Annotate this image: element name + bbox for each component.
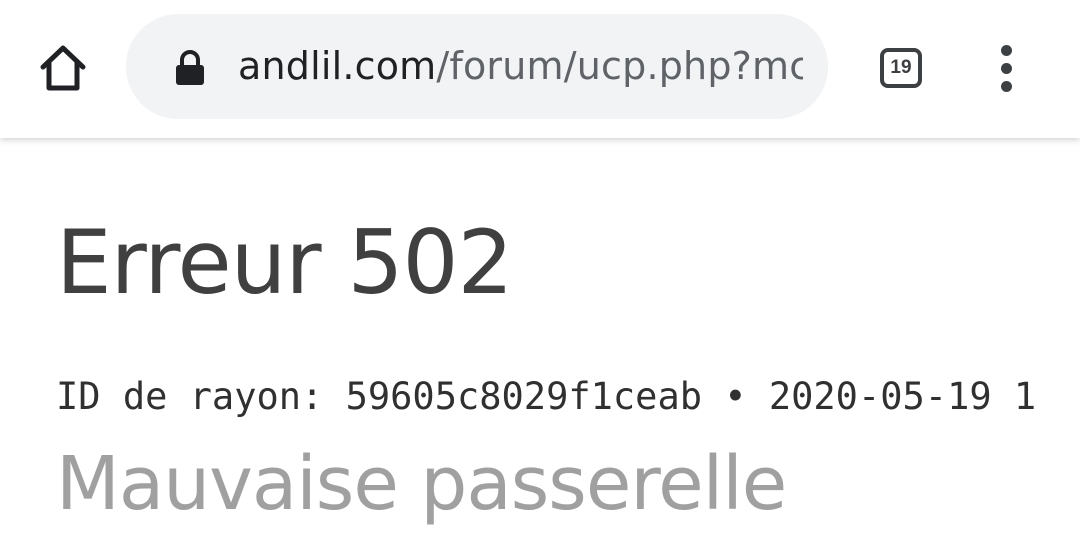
separator-dot: • — [724, 375, 747, 418]
page-content: Erreur 502 ID de rayon: 59605c8029f1ceab… — [0, 138, 1080, 547]
ray-id-value: 59605c8029f1ceab — [345, 375, 703, 418]
error-title: Erreur 502 — [56, 211, 514, 314]
error-subtitle: Mauvaise passerelle — [56, 441, 787, 527]
tab-switcher-button[interactable]: 19 — [864, 36, 938, 100]
lock-icon — [176, 50, 204, 85]
more-vert-icon[interactable] — [976, 36, 1036, 100]
timestamp: 2020-05-19 1 — [768, 375, 1037, 418]
url-path: /forum/ucp.php?mc — [436, 44, 803, 88]
menu-dot — [1000, 62, 1012, 74]
home-icon — [40, 45, 86, 91]
menu-dot — [1000, 80, 1012, 92]
home-button[interactable] — [30, 38, 96, 96]
browser-toolbar: andlil.com/forum/ucp.php?mc 19 — [0, 0, 1080, 138]
ray-id-line: ID de rayon: 59605c8029f1ceab • 2020-05-… — [56, 375, 1036, 419]
url-domain: andlil.com — [238, 44, 437, 88]
menu-dot — [1000, 44, 1012, 56]
url-text[interactable]: andlil.com/forum/ucp.php?mc — [238, 14, 803, 119]
tab-switcher-icon: 19 — [880, 48, 922, 88]
ray-id-label: ID de rayon: — [56, 375, 324, 418]
address-bar[interactable]: andlil.com/forum/ucp.php?mc — [126, 14, 828, 119]
